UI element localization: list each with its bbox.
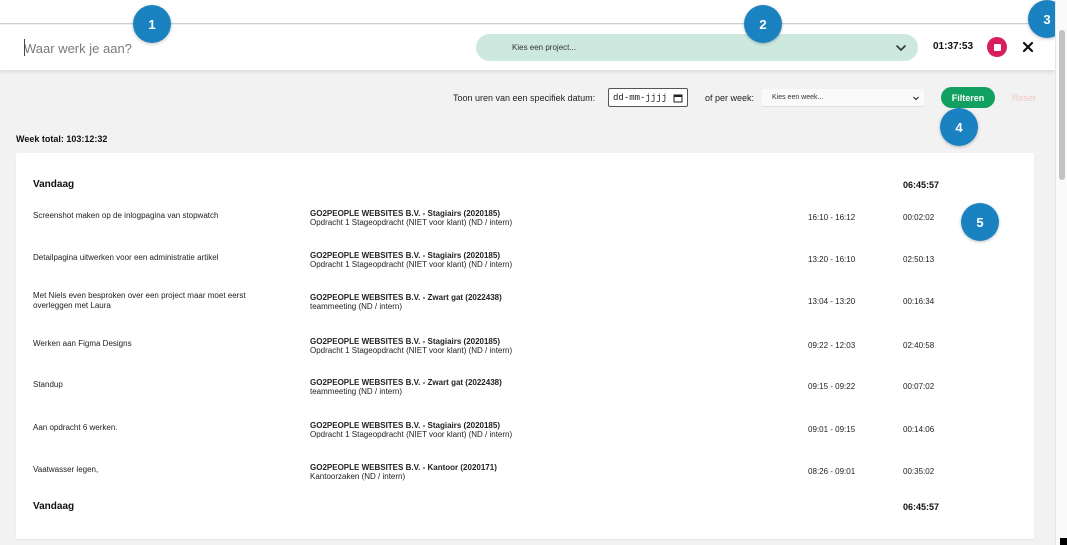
entry-duration: 00:16:34 xyxy=(903,297,935,306)
time-entries-card: Vandaag 06:45:57 Screenshot maken op de … xyxy=(16,153,1034,539)
entry-subproject: Opdracht 1 Stageopdracht (NIET voor klan… xyxy=(310,260,513,269)
time-entry-row[interactable]: Detailpagina uitwerken voor een administ… xyxy=(16,247,1034,275)
time-entry-row[interactable]: Werken aan Figma Designs GO2PEOPLE WEBSI… xyxy=(16,333,1034,361)
entry-subproject: teammeeting (ND / intern) xyxy=(310,302,403,311)
project-select-value: Kies een project... xyxy=(512,43,577,52)
entry-time-range: 09:22 - 12:03 xyxy=(808,341,856,350)
entry-project-name: GO2PEOPLE WEBSITES B.V. - Zwart gat (202… xyxy=(310,378,502,387)
entry-project: GO2PEOPLE WEBSITES B.V. - Stagiairs (202… xyxy=(310,251,512,269)
entry-duration: 00:14:06 xyxy=(903,425,935,434)
time-entry-row[interactable]: Met Niels even besproken over een projec… xyxy=(16,289,1034,317)
entry-time-range: 08:26 - 09:01 xyxy=(808,467,856,476)
week-total: Week total: 103:12:32 xyxy=(16,134,108,144)
entry-project: GO2PEOPLE WEBSITES B.V. - Stagiairs (202… xyxy=(310,209,512,227)
project-select[interactable]: Kies een project... xyxy=(476,34,918,61)
entry-time-range: 09:01 - 09:15 xyxy=(808,425,856,434)
window-corner xyxy=(1060,538,1067,545)
entry-description: Detailpagina uitwerken voor een administ… xyxy=(33,253,219,262)
task-description-input[interactable] xyxy=(24,38,424,58)
entry-duration: 00:02:02 xyxy=(903,213,935,222)
entry-time-range: 09:15 - 09:22 xyxy=(808,382,856,391)
entry-description: Met Niels even besproken over een projec… xyxy=(33,291,246,310)
day-header: Vandaag xyxy=(33,179,75,190)
time-entry-row[interactable]: Screenshot maken op de inlogpagina van s… xyxy=(16,205,1034,233)
entry-subproject: Opdracht 1 Stageopdracht (NIET voor klan… xyxy=(310,346,513,355)
elapsed-time: 01:37:53 xyxy=(933,41,974,52)
date-filter-placeholder: dd-mm-jjjj xyxy=(613,92,668,103)
entry-project-name: GO2PEOPLE WEBSITES B.V. - Stagiairs (202… xyxy=(310,209,500,218)
entry-project-name: GO2PEOPLE WEBSITES B.V. - Stagiairs (202… xyxy=(310,251,500,260)
entry-time-range: 13:04 - 13:20 xyxy=(808,297,856,306)
entry-project-name: GO2PEOPLE WEBSITES B.V. - Kantoor (20201… xyxy=(310,463,497,472)
day-footer-label: Vandaag xyxy=(33,501,75,512)
entry-time-range: 16:10 - 16:12 xyxy=(808,213,856,222)
calendar-icon xyxy=(673,94,683,102)
time-entry-row[interactable]: Standup GO2PEOPLE WEBSITES B.V. - Zwart … xyxy=(16,374,1034,402)
entry-project: GO2PEOPLE WEBSITES B.V. - Stagiairs (202… xyxy=(310,421,512,439)
time-entry-row[interactable]: Vaatwasser legen, GO2PEOPLE WEBSITES B.V… xyxy=(16,459,1034,487)
entry-description: Standup xyxy=(33,380,63,389)
filter-bar: Toon uren van een specifiek datum: dd-mm… xyxy=(0,86,1055,110)
entry-time-range: 13:20 - 16:10 xyxy=(808,255,856,264)
entry-subproject: Opdracht 1 Stageopdracht (NIET voor klan… xyxy=(310,218,513,227)
callout-badge-2: 2 xyxy=(744,5,782,43)
entry-project-name: GO2PEOPLE WEBSITES B.V. - Zwart gat (202… xyxy=(310,293,502,302)
reset-button[interactable]: Reset xyxy=(1012,93,1036,103)
callout-badge-4: 4 xyxy=(940,108,978,146)
day-total: 06:45:57 xyxy=(903,180,940,190)
entry-duration: 00:07:02 xyxy=(903,382,935,391)
day-footer-total: 06:45:57 xyxy=(903,502,940,512)
entry-description: Screenshot maken op de inlogpagina van s… xyxy=(33,211,219,220)
filter-button[interactable]: Filteren xyxy=(941,87,995,108)
entry-duration: 02:40:58 xyxy=(903,341,935,350)
callout-badge-1: 1 xyxy=(133,5,171,43)
entry-description: Werken aan Figma Designs xyxy=(33,339,132,348)
entry-project: GO2PEOPLE WEBSITES B.V. - Kantoor (20201… xyxy=(310,463,497,481)
close-icon[interactable] xyxy=(1021,40,1035,54)
entry-subproject: Kantoorzaken (ND / intern) xyxy=(310,472,406,481)
entry-description: Vaatwasser legen, xyxy=(33,465,99,474)
time-entry-row[interactable]: Aan opdracht 6 werken. GO2PEOPLE WEBSITE… xyxy=(16,417,1034,445)
entry-project-name: GO2PEOPLE WEBSITES B.V. - Stagiairs (202… xyxy=(310,421,500,430)
vertical-scrollbar[interactable] xyxy=(1055,0,1067,545)
stop-timer-button[interactable] xyxy=(987,37,1007,57)
chevron-down-icon xyxy=(913,96,919,100)
date-filter-label: Toon uren van een specifiek datum: xyxy=(453,93,596,103)
callout-badge-5: 5 xyxy=(961,203,999,241)
entry-project: GO2PEOPLE WEBSITES B.V. - Zwart gat (202… xyxy=(310,378,502,396)
week-filter-label: of per week: xyxy=(705,93,755,103)
entry-subproject: Opdracht 1 Stageopdracht (NIET voor klan… xyxy=(310,430,513,439)
entry-project: GO2PEOPLE WEBSITES B.V. - Zwart gat (202… xyxy=(310,293,502,311)
entry-project: GO2PEOPLE WEBSITES B.V. - Stagiairs (202… xyxy=(310,337,512,355)
week-filter-select[interactable]: Kies een week... xyxy=(762,89,924,107)
chevron-down-icon xyxy=(896,44,906,51)
date-filter-input[interactable]: dd-mm-jjjj xyxy=(608,88,688,107)
week-filter-value: Kies een week... xyxy=(772,94,824,101)
entry-duration: 00:35:02 xyxy=(903,467,935,476)
scrollbar-thumb[interactable] xyxy=(1059,30,1065,180)
entry-subproject: teammeeting (ND / intern) xyxy=(310,387,403,396)
entry-duration: 02:50:13 xyxy=(903,255,935,264)
stop-icon xyxy=(993,43,1001,51)
entry-description: Aan opdracht 6 werken. xyxy=(33,423,118,432)
entry-project-name: GO2PEOPLE WEBSITES B.V. - Stagiairs (202… xyxy=(310,337,500,346)
text-caret xyxy=(24,39,25,56)
